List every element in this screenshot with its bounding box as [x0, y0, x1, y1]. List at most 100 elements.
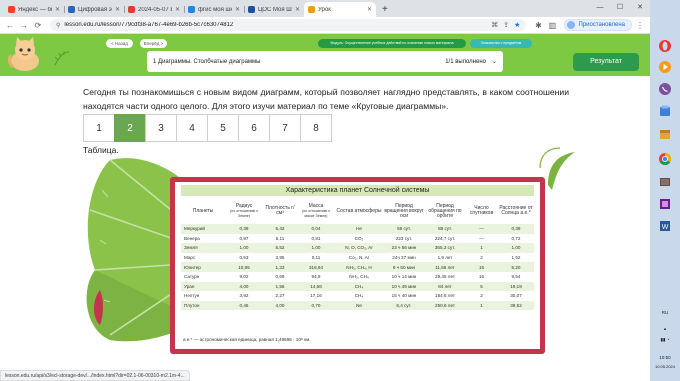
table-cell: 5,52	[275, 245, 285, 251]
viber-icon[interactable]	[658, 82, 672, 96]
files-icon[interactable]	[658, 104, 672, 118]
table-cell: 0,39	[511, 226, 521, 232]
table-cell: 4,00	[239, 283, 249, 289]
chrome-icon[interactable]	[658, 152, 672, 166]
table-cell: 6,4 сут.	[396, 303, 412, 309]
planet-table-frame: Характеристика планет Солнечной системы …	[175, 182, 540, 349]
table-cell: 316,94	[308, 264, 324, 270]
opera-icon[interactable]	[658, 39, 672, 53]
column-header: Расстояние от Солнца а.е.*	[498, 198, 534, 224]
column-header: Радиус (по отношению к Земле)	[225, 198, 263, 224]
planet-name: Меркурий	[184, 226, 205, 232]
column-header: Планеты	[181, 198, 225, 224]
table-row: Марс 0,53 3,95 0,11 Co₂, N, Ar 24ч 37 мин 1,9 …	[181, 252, 534, 263]
table-cell: 0,97	[239, 235, 249, 241]
intro-text: Сегодня ты познакомишься с новым видом д…	[83, 87, 569, 111]
table-cell: 16	[478, 274, 485, 280]
tray-arrow-icon[interactable]: ▴	[650, 326, 680, 332]
table-cell: 4,00	[275, 303, 285, 309]
status-bar-url: lesson.edu.ru/api/s3/ecl-storage-dev/...…	[0, 370, 190, 381]
table-cell: 23 ч 56 мин	[391, 245, 417, 251]
table-cell: 5,11	[275, 235, 285, 241]
table-cell: 3,95	[275, 255, 285, 261]
column-header-label: Период вращения вокруг оси	[384, 202, 424, 219]
page-tabs: 12345678	[83, 114, 332, 142]
column-header-label: Плотность г/см³	[265, 205, 295, 216]
table-cell: 0,46	[239, 303, 249, 309]
page-button[interactable]: 7	[269, 114, 301, 142]
table-cell: —	[479, 235, 484, 241]
media-player-icon[interactable]	[658, 60, 672, 74]
table-header-row: Планеты Радиус (по отношению к Земле) Плотн…	[181, 198, 534, 224]
table-cell: 10 ч 14 мин	[391, 274, 417, 280]
table-row: Юпитер 10,95 1,33 316,94 NH₃, CH₄, H 9 ч 50 м…	[181, 262, 534, 272]
table-cell: 1	[480, 303, 483, 309]
table-cell: 14,66	[310, 283, 322, 289]
table-cell: 15 ч 40 мин	[391, 293, 417, 299]
table-cell: 0,72	[511, 235, 521, 241]
page-button[interactable]: 2	[114, 114, 146, 142]
table-cell: 10,95	[238, 264, 250, 270]
column-header: Состав атмосферы	[335, 198, 383, 224]
table-cell: 1,9 лет	[437, 255, 453, 261]
planet-table: Планеты Радиус (по отношению к Земле) Плотн…	[181, 198, 534, 311]
page-button[interactable]: 4	[176, 114, 208, 142]
tray-icons[interactable]: ▮▮ ◔	[650, 337, 680, 343]
column-header-sublabel: (по отношению к Земле)	[230, 208, 258, 218]
table-cell: 9,02	[239, 274, 249, 280]
table-cell: 2	[480, 293, 483, 299]
package-icon[interactable]	[658, 127, 672, 141]
table-cell: NH₃, CH₄	[349, 274, 369, 280]
clock-date: 10.05.2024	[654, 364, 676, 369]
language-indicator[interactable]: RU	[650, 310, 680, 315]
svg-text:W: W	[662, 224, 669, 231]
planet-name: Нептун	[184, 293, 200, 299]
planet-table-card: Характеристика планет Солнечной системы …	[170, 177, 545, 354]
page-button[interactable]: 6	[238, 114, 270, 142]
table-cell: 0,04	[311, 226, 321, 232]
planet-name: Марс	[184, 255, 196, 261]
table-cell: 11,86 лет	[435, 264, 455, 270]
word-icon[interactable]: W	[658, 219, 672, 233]
windows-taskbar: W RU ▴ ▮▮ ◔ 10:50 10.05.2024	[650, 0, 680, 381]
table-cell: Co₂, N, Ar	[348, 255, 370, 261]
table-row: Меркурий 0,39 5,42 0,04 He 59 сут. 88 сут. — 0,3…	[181, 224, 534, 234]
page-button[interactable]: 1	[83, 114, 115, 142]
column-header: Период вращения вокруг оси	[383, 198, 425, 224]
table-cell: 10 ч 49 мин	[391, 283, 417, 289]
table-cell: 9 ч 50 мин	[392, 264, 416, 270]
table-cell: 59 сут.	[397, 226, 411, 232]
table-cell: 164,8 лет	[435, 293, 455, 299]
table-row: Венера 0,97 5,11 0,81 CO₂ 223 сут. 224,7 сут. —…	[181, 233, 534, 244]
table-cell: CH₄	[354, 293, 364, 299]
leaf-icon	[539, 147, 575, 190]
table-row: Нептун 3,92 2,27 17,16 CH₄ 15 ч 40 мин 164,8 л…	[181, 291, 534, 301]
table-cell: 5,42	[275, 226, 285, 232]
table-cell: 84 лет	[438, 283, 452, 289]
table-cell: 2	[480, 255, 483, 261]
table-cell: 5	[480, 283, 483, 289]
page-button[interactable]: 8	[300, 114, 332, 142]
column-header-sublabel: (по отношению к массе Земли)	[302, 208, 330, 218]
table-cell: 1,33	[275, 264, 285, 270]
planet-name: Земля	[184, 245, 198, 251]
column-header-label: Состав атмосферы	[336, 207, 382, 214]
table-cell: 1,56	[275, 283, 285, 289]
table-footnote: а.е.* — астрономическая единица, равная …	[183, 337, 311, 342]
table-cell: 224,7 сут.	[434, 235, 456, 241]
video-icon[interactable]	[658, 175, 672, 189]
column-header-label: Число спутников	[469, 205, 494, 216]
archive-icon[interactable]	[658, 197, 672, 211]
table-cell: 0,81	[311, 235, 321, 241]
table-row: Уран 4,00 1,56 14,66 CH₄ 10 ч 49 мин 84 лет 5 19…	[181, 281, 534, 292]
planet-name: Уран	[184, 283, 195, 289]
table-cell: 1,00	[311, 245, 321, 251]
table-row: Сатурн 9,02 0,69 94,9 NH₃, CH₄ 10 ч 14 мин 29,…	[181, 271, 534, 282]
table-cell: 0,70	[311, 303, 321, 309]
table-cell: 0,69	[275, 274, 285, 280]
planet-table-caption: Характеристика планет Солнечной системы	[181, 185, 534, 196]
planet-name: Юпитер	[184, 264, 201, 270]
table-cell: 88 сут.	[438, 226, 452, 232]
page-button[interactable]: 3	[145, 114, 177, 142]
page-button[interactable]: 5	[207, 114, 239, 142]
